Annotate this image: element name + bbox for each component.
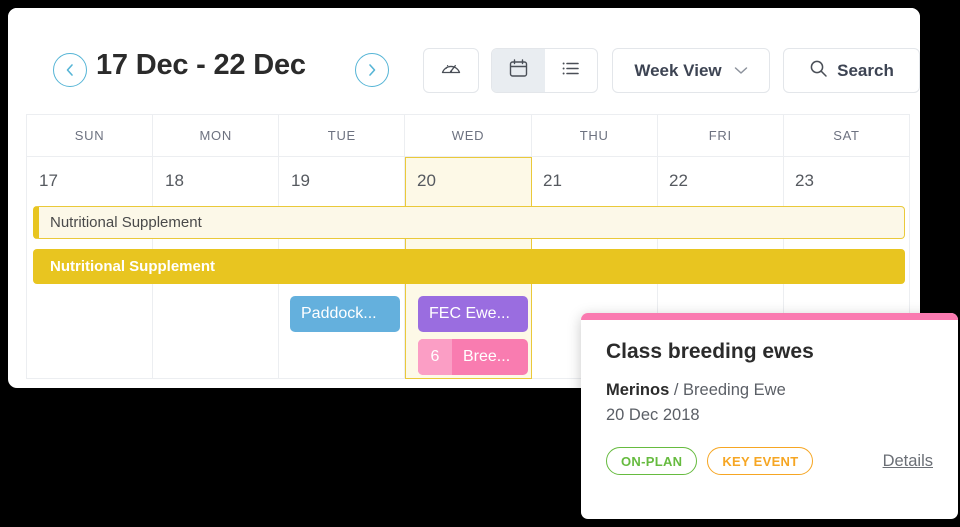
day-header-mon: MON bbox=[153, 115, 280, 156]
popover-mob: Merinos bbox=[606, 381, 670, 399]
popover-footer: ON-PLAN KEY EVENT Details bbox=[606, 447, 933, 475]
day-number-19: 19 bbox=[291, 171, 310, 190]
view-period-label: Week View bbox=[634, 60, 722, 80]
day-number-21: 21 bbox=[543, 171, 562, 190]
day-header-thu: THU bbox=[532, 115, 658, 156]
popover-date: 20 Dec 2018 bbox=[606, 406, 700, 424]
popover-class: Breeding Ewe bbox=[683, 381, 786, 399]
status-badge-key-event[interactable]: KEY EVENT bbox=[707, 447, 814, 475]
next-week-button[interactable] bbox=[355, 53, 389, 87]
day-number-18: 18 bbox=[165, 171, 184, 190]
event-detail-popover: Class breeding ewes Merinos / Breeding E… bbox=[581, 313, 958, 519]
tab-calendar-view[interactable] bbox=[492, 49, 545, 92]
day-header-wed: WED bbox=[405, 115, 532, 156]
event-chip-breeding-label: Bree... bbox=[463, 348, 511, 365]
popover-subtitle: Merinos / Breeding Ewe bbox=[606, 381, 933, 400]
popover-title: Class breeding ewes bbox=[606, 340, 814, 363]
day-header-sun: SUN bbox=[27, 115, 154, 156]
gauge-icon bbox=[440, 57, 462, 84]
dashboard-button[interactable] bbox=[423, 48, 479, 93]
calendar-toolbar: 17 Dec - 22 Dec Week View Search bbox=[8, 8, 920, 114]
event-chip-fec-ewe-label: FEC Ewe... bbox=[429, 305, 510, 322]
day-number-17: 17 bbox=[39, 171, 58, 190]
popover-separator: / bbox=[669, 381, 684, 399]
list-icon bbox=[560, 58, 581, 84]
span-event-nutritional-supplement-light[interactable]: Nutritional Supplement bbox=[33, 206, 905, 239]
event-chip-breeding-count: 6 bbox=[418, 339, 452, 375]
day-number-22: 22 bbox=[669, 171, 688, 190]
search-icon bbox=[809, 59, 828, 83]
day-number-20: 20 bbox=[417, 171, 436, 190]
day-number-23: 23 bbox=[795, 171, 814, 190]
status-badge-on-plan[interactable]: ON-PLAN bbox=[606, 447, 698, 475]
day-header-tue: TUE bbox=[279, 115, 406, 156]
tab-list-view[interactable] bbox=[545, 49, 598, 92]
event-chip-paddock-label: Paddock... bbox=[301, 305, 377, 322]
span-event-nutritional-supplement-solid[interactable]: Nutritional Supplement bbox=[33, 249, 905, 284]
view-period-select[interactable]: Week View bbox=[612, 48, 770, 93]
chevron-right-icon bbox=[366, 63, 378, 77]
details-link[interactable]: Details bbox=[883, 452, 933, 471]
day-header-fri: FRI bbox=[658, 115, 784, 156]
day-header-row: SUN MON TUE WED THU FRI SAT bbox=[27, 115, 909, 157]
search-button[interactable]: Search bbox=[783, 48, 920, 93]
event-chip-paddock[interactable]: Paddock... bbox=[290, 296, 400, 332]
chevron-down-icon bbox=[734, 62, 748, 80]
popover-accent-bar bbox=[581, 313, 958, 320]
event-chip-fec-ewe[interactable]: FEC Ewe... bbox=[418, 296, 528, 332]
popover-body: Class breeding ewes Merinos / Breeding E… bbox=[581, 320, 958, 475]
search-label: Search bbox=[837, 60, 894, 80]
event-chip-breeding[interactable]: 6 Bree... bbox=[418, 339, 528, 375]
calendar-icon bbox=[508, 58, 529, 84]
date-range-label: 17 Dec - 22 Dec bbox=[96, 49, 306, 81]
chevron-left-icon bbox=[64, 63, 76, 77]
day-header-sat: SAT bbox=[833, 128, 860, 143]
view-mode-toggle[interactable] bbox=[491, 48, 598, 93]
previous-week-button[interactable] bbox=[53, 53, 87, 87]
